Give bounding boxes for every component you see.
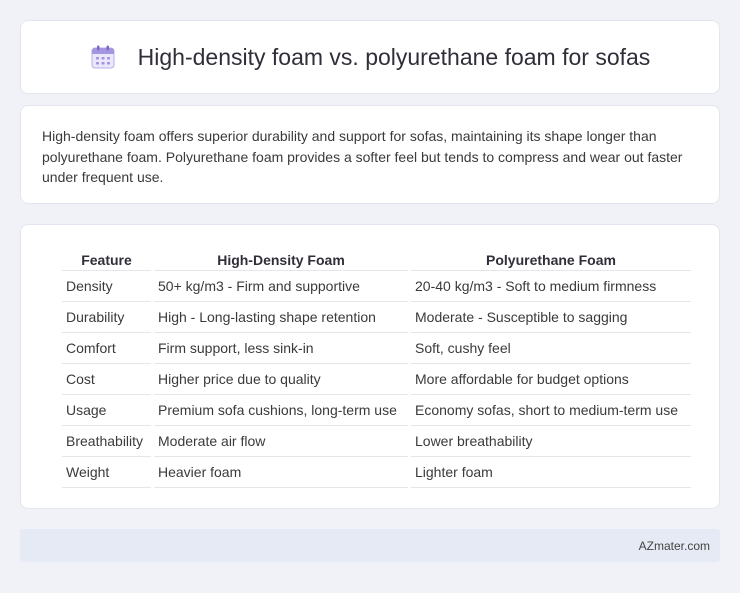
feature-cell: Cost: [62, 364, 151, 395]
polyurethane-cell: Lower breathability: [411, 426, 691, 457]
high-density-cell: Heavier foam: [154, 457, 408, 488]
polyurethane-cell: Lighter foam: [411, 457, 691, 488]
comparison-card: Feature High-Density Foam Polyurethane F…: [20, 224, 720, 509]
high-density-cell: High - Long-lasting shape retention: [154, 302, 408, 333]
polyurethane-cell: 20-40 kg/m3 - Soft to medium firmness: [411, 271, 691, 302]
polyurethane-cell: Moderate - Susceptible to sagging: [411, 302, 691, 333]
table-row: Breathability Moderate air flow Lower br…: [62, 426, 691, 457]
table-row: Weight Heavier foam Lighter foam: [62, 457, 691, 488]
footer-site-link[interactable]: AZmater.com: [639, 539, 710, 553]
table-row: Density 50+ kg/m3 - Firm and supportive …: [62, 271, 691, 302]
feature-cell: Weight: [62, 457, 151, 488]
page-title: High-density foam vs. polyurethane foam …: [137, 43, 651, 70]
header-polyurethane-foam: Polyurethane Foam: [411, 245, 691, 271]
high-density-cell: Premium sofa cushions, long-term use: [154, 395, 408, 426]
comparison-table: Feature High-Density Foam Polyurethane F…: [59, 245, 694, 488]
high-density-cell: Firm support, less sink-in: [154, 333, 408, 364]
header-high-density-foam: High-Density Foam: [154, 245, 408, 271]
feature-cell: Density: [62, 271, 151, 302]
feature-cell: Durability: [62, 302, 151, 333]
polyurethane-cell: Soft, cushy feel: [411, 333, 691, 364]
polyurethane-cell: Economy sofas, short to medium-term use: [411, 395, 691, 426]
polyurethane-cell: More affordable for budget options: [411, 364, 691, 395]
header-feature: Feature: [62, 245, 151, 271]
table-row: Durability High - Long-lasting shape ret…: [62, 302, 691, 333]
summary-card: High-density foam offers superior durabi…: [20, 105, 720, 204]
calendar-icon: [91, 45, 115, 69]
high-density-cell: Moderate air flow: [154, 426, 408, 457]
table-row: Usage Premium sofa cushions, long-term u…: [62, 395, 691, 426]
footer: AZmater.com: [20, 529, 720, 562]
table-row: Comfort Firm support, less sink-in Soft,…: [62, 333, 691, 364]
title-card: High-density foam vs. polyurethane foam …: [20, 20, 720, 94]
title-row: High-density foam vs. polyurethane foam …: [21, 21, 719, 93]
table-row: Cost Higher price due to quality More af…: [62, 364, 691, 395]
feature-cell: Breathability: [62, 426, 151, 457]
feature-cell: Usage: [62, 395, 151, 426]
feature-cell: Comfort: [62, 333, 151, 364]
high-density-cell: 50+ kg/m3 - Firm and supportive: [154, 271, 408, 302]
table-header-row: Feature High-Density Foam Polyurethane F…: [62, 245, 691, 271]
high-density-cell: Higher price due to quality: [154, 364, 408, 395]
summary-text: High-density foam offers superior durabi…: [42, 128, 683, 185]
